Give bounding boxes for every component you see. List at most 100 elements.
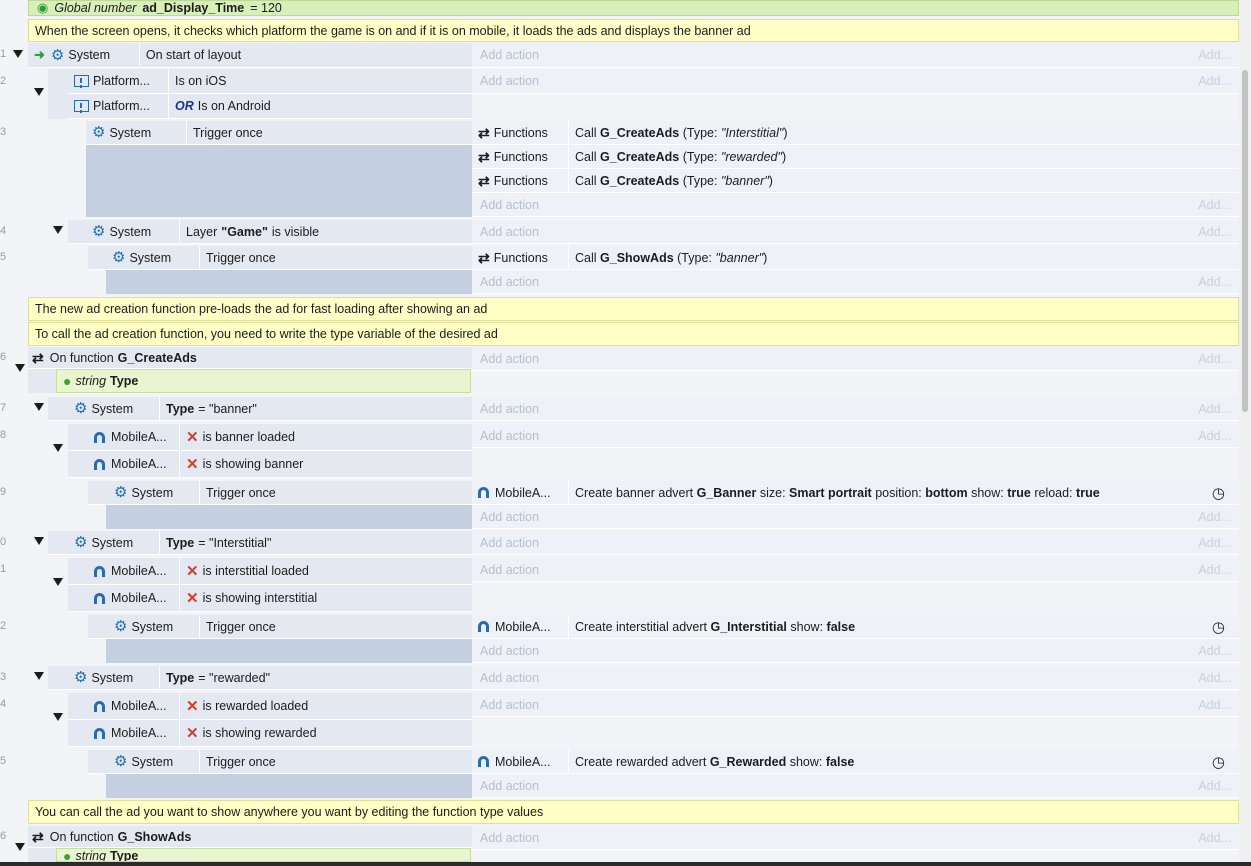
add-action-row[interactable]: Add action Add... bbox=[472, 220, 1239, 244]
add-link[interactable]: Add... bbox=[1198, 225, 1231, 239]
add-link[interactable]: Add... bbox=[1198, 698, 1231, 712]
event-3-condition[interactable]: ⚙ System Trigger once bbox=[86, 121, 472, 145]
collapse-toggle[interactable] bbox=[53, 226, 63, 234]
add-link[interactable]: Add... bbox=[1198, 198, 1231, 212]
add-link[interactable]: Add... bbox=[1198, 510, 1231, 524]
event-6-function-header[interactable]: ⇄ On function G_CreateAds bbox=[28, 347, 472, 369]
collapse-toggle[interactable] bbox=[53, 713, 63, 721]
add-action-link[interactable]: Add action bbox=[472, 74, 1239, 88]
action-call-createads-banner[interactable]: ⇄ Functions Call G_CreateAds (Type: "bann… bbox=[472, 169, 1239, 193]
event-2-condition-android[interactable]: Platform... OR Is on Android bbox=[68, 94, 472, 119]
condition-text: Is on iOS bbox=[175, 74, 227, 88]
action-call-createads-interstitial[interactable]: ⇄ Functions Call G_CreateAds (Type: "Inte… bbox=[472, 121, 1239, 145]
comment-4[interactable]: You can call the ad you want to show any… bbox=[28, 800, 1239, 824]
add-action-link[interactable]: Add action bbox=[472, 198, 1239, 212]
event-10-condition[interactable]: ⚙ System Type = "Interstitial" bbox=[48, 531, 472, 555]
add-action-row[interactable]: Add action Add... bbox=[472, 397, 1239, 421]
collapse-toggle[interactable] bbox=[15, 843, 25, 851]
add-action-row[interactable]: Add action Add... bbox=[472, 558, 1239, 582]
collapse-toggle[interactable] bbox=[13, 50, 23, 58]
event-5-condition[interactable]: ⚙ System Trigger once bbox=[88, 246, 472, 270]
add-link[interactable]: Add... bbox=[1198, 352, 1231, 366]
add-action-row[interactable]: Add action Add... bbox=[472, 43, 1239, 68]
add-link[interactable]: Add... bbox=[1198, 429, 1231, 443]
event-14-condition-1[interactable]: MobileA... ✕ is rewarded loaded bbox=[68, 693, 472, 720]
add-link[interactable]: Add... bbox=[1198, 779, 1231, 793]
object-name: Platform... bbox=[93, 99, 150, 113]
event-13-condition[interactable]: ⚙ System Type = "rewarded" bbox=[48, 666, 472, 690]
event-11-condition-1[interactable]: MobileA... ✕ is interstitial loaded bbox=[68, 558, 472, 585]
action-call-createads-rewarded[interactable]: ⇄ Functions Call G_CreateAds (Type: "rewa… bbox=[472, 145, 1239, 169]
add-action-row[interactable]: Add action Add... bbox=[472, 826, 1239, 850]
add-action-row[interactable]: Add action Add... bbox=[472, 666, 1239, 690]
event-15-condition[interactable]: ⚙ System Trigger once bbox=[88, 750, 472, 774]
collapse-toggle[interactable] bbox=[34, 403, 44, 411]
add-link[interactable]: Add... bbox=[1198, 74, 1231, 88]
event-7-condition[interactable]: ⚙ System Type = "banner" bbox=[48, 397, 472, 421]
add-link[interactable]: Add... bbox=[1198, 563, 1231, 577]
function-parameter[interactable]: ● string Type bbox=[56, 369, 471, 393]
collapse-toggle[interactable] bbox=[15, 364, 25, 372]
action-call-showads[interactable]: ⇄ Functions Call G_ShowAds (Type: "banner… bbox=[472, 246, 1239, 270]
event-8-condition-2[interactable]: MobileA... ✕ is showing banner bbox=[68, 451, 472, 478]
vertical-scrollbar[interactable] bbox=[1239, 0, 1251, 866]
add-link[interactable]: Add... bbox=[1198, 48, 1231, 62]
add-action-row[interactable]: Add action Add... bbox=[472, 193, 1239, 217]
function-parameter[interactable]: ● string Type bbox=[56, 848, 471, 862]
comment-3[interactable]: To call the ad creation function, you ne… bbox=[28, 322, 1239, 346]
add-action-link[interactable]: Add action bbox=[472, 831, 1239, 845]
add-action-link[interactable]: Add action bbox=[472, 671, 1239, 685]
collapse-toggle[interactable] bbox=[53, 444, 63, 452]
param-label: reload: bbox=[1034, 485, 1073, 500]
event-1-condition[interactable]: ➜ ⚙ System On start of layout bbox=[28, 43, 472, 68]
add-action-row[interactable]: Add action Add... bbox=[472, 531, 1239, 555]
event-8-condition-1[interactable]: MobileA... ✕ is banner loaded bbox=[68, 424, 472, 451]
add-link[interactable]: Add... bbox=[1198, 671, 1231, 685]
add-action-link[interactable]: Add action bbox=[472, 275, 1239, 289]
event-11-condition-2[interactable]: MobileA... ✕ is showing interstitial bbox=[68, 585, 472, 612]
add-action-row[interactable]: Add action Add... bbox=[472, 693, 1239, 717]
add-action-link[interactable]: Add action bbox=[472, 225, 1239, 239]
add-action-row[interactable]: Add action Add... bbox=[472, 505, 1239, 529]
event-16-function-header[interactable]: ⇄ On function G_ShowAds bbox=[28, 826, 472, 848]
comment-1[interactable]: When the screen opens, it checks which p… bbox=[28, 19, 1239, 42]
event-2-condition-ios[interactable]: Platform... Is on iOS bbox=[68, 69, 472, 94]
action-create-banner[interactable]: MobileA... Create banner advert G_Banner… bbox=[472, 481, 1239, 505]
collapse-toggle[interactable] bbox=[34, 672, 44, 680]
event-4-condition[interactable]: ⚙ System Layer "Game" is visible bbox=[68, 220, 472, 244]
add-link[interactable]: Add... bbox=[1198, 275, 1231, 289]
collapse-toggle[interactable] bbox=[34, 537, 44, 545]
add-link[interactable]: Add... bbox=[1198, 644, 1231, 658]
event-12-condition[interactable]: ⚙ System Trigger once bbox=[88, 615, 472, 639]
add-action-link[interactable]: Add action bbox=[472, 510, 1239, 524]
add-action-link[interactable]: Add action bbox=[472, 402, 1239, 416]
add-action-link[interactable]: Add action bbox=[472, 48, 1239, 62]
add-link[interactable]: Add... bbox=[1198, 402, 1231, 416]
add-action-link[interactable]: Add action bbox=[472, 644, 1239, 658]
event-14-condition-2[interactable]: MobileA... ✕ is showing rewarded bbox=[68, 720, 472, 747]
add-action-link[interactable]: Add action bbox=[472, 779, 1239, 793]
add-action-row[interactable]: Add action Add... bbox=[472, 347, 1239, 371]
comment-2[interactable]: The new ad creation function pre-loads t… bbox=[28, 297, 1239, 321]
collapse-toggle[interactable] bbox=[34, 88, 44, 96]
add-action-link[interactable]: Add action bbox=[472, 352, 1239, 366]
global-variable-row[interactable]: ◉ Global number ad_Display_Time = 120 bbox=[28, 0, 1239, 16]
action-create-interstitial[interactable]: MobileA... Create interstitial advert G_… bbox=[472, 615, 1239, 639]
add-action-row[interactable]: Add action Add... bbox=[472, 424, 1239, 448]
add-action-row[interactable]: Add action Add... bbox=[472, 69, 1239, 94]
gear-icon: ⚙ bbox=[92, 223, 106, 240]
add-link[interactable]: Add... bbox=[1198, 831, 1231, 845]
scrollbar-thumb[interactable] bbox=[1242, 70, 1248, 412]
add-link[interactable]: Add... bbox=[1198, 536, 1231, 550]
event-9-condition[interactable]: ⚙ System Trigger once bbox=[88, 481, 472, 505]
add-action-row[interactable]: Add action Add... bbox=[472, 270, 1239, 294]
add-action-link[interactable]: Add action bbox=[472, 429, 1239, 443]
add-action-link[interactable]: Add action bbox=[472, 698, 1239, 712]
add-action-row[interactable]: Add action Add... bbox=[472, 774, 1239, 798]
mobile-ads-icon bbox=[94, 727, 105, 739]
add-action-link[interactable]: Add action bbox=[472, 536, 1239, 550]
add-action-row[interactable]: Add action Add... bbox=[472, 639, 1239, 663]
add-action-link[interactable]: Add action bbox=[472, 563, 1239, 577]
collapse-toggle[interactable] bbox=[53, 578, 63, 586]
action-create-rewarded[interactable]: MobileA... Create rewarded advert G_Rewa… bbox=[472, 750, 1239, 774]
